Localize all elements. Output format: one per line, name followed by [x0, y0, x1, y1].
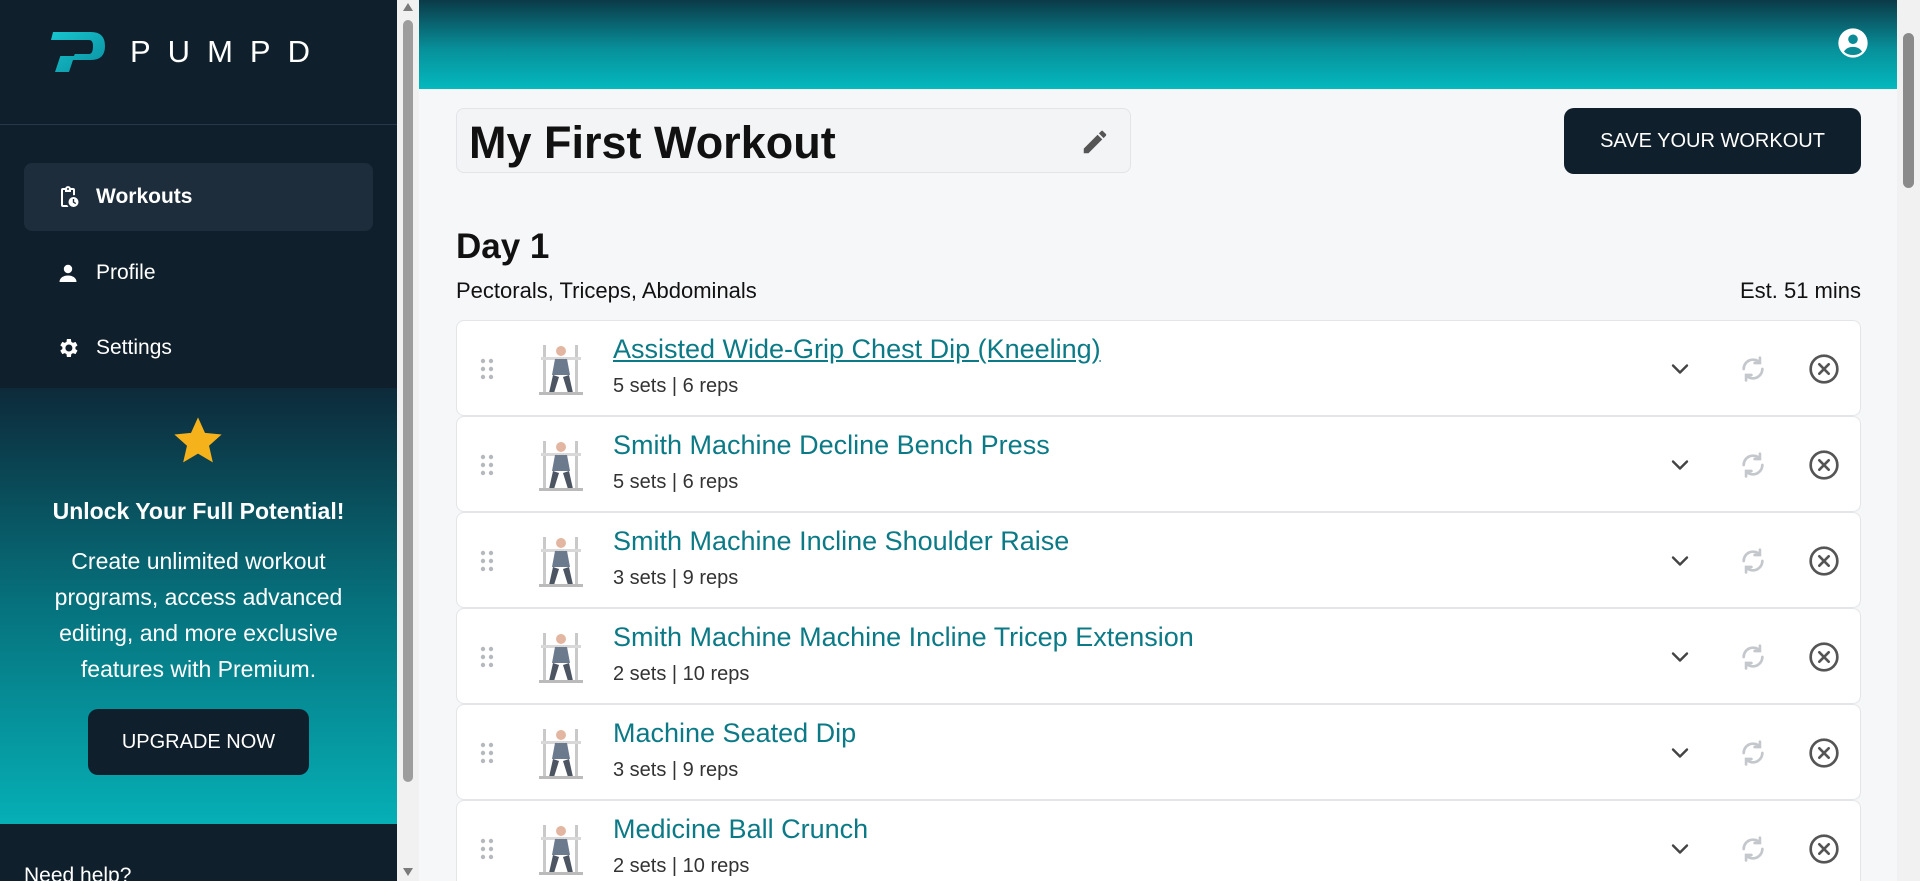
remove-exercise-icon[interactable] [1808, 545, 1840, 577]
remove-exercise-icon[interactable] [1808, 449, 1840, 481]
swap-exercise-icon[interactable] [1737, 641, 1769, 673]
logo[interactable]: PUMPD [47, 28, 327, 76]
sidebar-item-workouts[interactable]: Workouts [24, 163, 373, 231]
day-title: Day 1 [456, 227, 550, 266]
exercise-row[interactable]: Smith Machine Decline Bench Press 5 sets… [456, 416, 1861, 512]
sidebar-item-profile[interactable]: Profile [24, 239, 373, 307]
drag-handle-icon[interactable] [479, 645, 495, 669]
swap-exercise-icon[interactable] [1737, 449, 1769, 481]
chevron-down-icon[interactable] [1668, 645, 1692, 669]
scroll-down-arrow-icon[interactable] [403, 868, 413, 876]
exercise-sets-reps: 2 sets | 10 reps [613, 663, 750, 685]
exercise-name-link[interactable]: Smith Machine Incline Shoulder Raise [613, 526, 1069, 557]
exercise-row[interactable]: Medicine Ball Crunch 2 sets | 10 reps [456, 800, 1861, 881]
brand-name: PUMPD [130, 34, 327, 69]
exercise-row[interactable]: Machine Seated Dip 3 sets | 9 reps [456, 704, 1861, 800]
exercise-sets-reps: 3 sets | 9 reps [613, 567, 739, 589]
remove-exercise-icon[interactable] [1808, 641, 1840, 673]
exercise-name-link[interactable]: Machine Seated Dip [613, 718, 856, 749]
top-bar [419, 0, 1897, 89]
exercise-name-link[interactable]: Assisted Wide-Grip Chest Dip (Kneeling) [613, 334, 1101, 365]
scrollbar-thumb[interactable] [403, 20, 413, 782]
exercise-thumbnail [539, 537, 583, 587]
chevron-down-icon[interactable] [1668, 837, 1692, 861]
drag-handle-icon[interactable] [479, 837, 495, 861]
exercise-thumbnail [539, 729, 583, 779]
exercise-thumbnail [539, 441, 583, 491]
swap-exercise-icon[interactable] [1737, 545, 1769, 577]
day-muscle-groups: Pectorals, Triceps, Abdominals [456, 278, 757, 303]
chevron-down-icon[interactable] [1668, 741, 1692, 765]
chevron-down-icon[interactable] [1668, 453, 1692, 477]
person-icon [56, 260, 80, 286]
workout-title: My First Workout [469, 117, 836, 168]
exercise-sets-reps: 5 sets | 6 reps [613, 375, 739, 397]
exercise-name-link[interactable]: Smith Machine Machine Incline Tricep Ext… [613, 622, 1194, 653]
star-icon [174, 417, 222, 463]
remove-exercise-icon[interactable] [1808, 737, 1840, 769]
swap-exercise-icon[interactable] [1737, 833, 1769, 865]
sidebar-item-label: Settings [96, 336, 172, 359]
exercise-thumbnail [539, 633, 583, 683]
exercise-sets-reps: 2 sets | 10 reps [613, 855, 750, 877]
sidebar: PUMPD Workouts Profile Settings Unlock Y… [0, 0, 397, 881]
pencil-edit-icon[interactable] [1080, 127, 1110, 157]
clipboard-clock-icon [56, 184, 80, 210]
sidebar-item-settings[interactable]: Settings [24, 314, 373, 382]
account-circle-icon[interactable] [1837, 27, 1869, 59]
sidebar-item-label: Workouts [96, 185, 193, 208]
upgrade-now-button[interactable]: UPGRADE NOW [88, 709, 309, 775]
exercise-sets-reps: 3 sets | 9 reps [613, 759, 739, 781]
exercise-thumbnail [539, 345, 583, 395]
exercise-name-link[interactable]: Smith Machine Decline Bench Press [613, 430, 1050, 461]
promo-body: Create unlimited workout programs, acces… [54, 548, 343, 682]
exercise-sets-reps: 5 sets | 6 reps [613, 471, 739, 493]
need-help-link[interactable]: Need help? [24, 864, 131, 881]
exercise-thumbnail [539, 825, 583, 875]
chevron-down-icon[interactable] [1668, 357, 1692, 381]
scroll-up-arrow-icon[interactable] [403, 3, 413, 11]
sidebar-scrollbar[interactable] [397, 0, 419, 881]
save-workout-button[interactable]: SAVE YOUR WORKOUT [1564, 108, 1861, 174]
chevron-down-icon[interactable] [1668, 549, 1692, 573]
remove-exercise-icon[interactable] [1808, 353, 1840, 385]
exercise-name-link[interactable]: Medicine Ball Crunch [613, 814, 868, 845]
swap-exercise-icon[interactable] [1737, 353, 1769, 385]
pumpd-logo-icon [47, 32, 105, 72]
remove-exercise-icon[interactable] [1808, 833, 1840, 865]
drag-handle-icon[interactable] [479, 453, 495, 477]
sidebar-item-label: Profile [96, 261, 156, 284]
day-estimated-time: Est. 51 mins [1739, 278, 1861, 303]
premium-promo: Unlock Your Full Potential! Create unlim… [0, 388, 397, 824]
drag-handle-icon[interactable] [479, 357, 495, 381]
scrollbar-thumb[interactable] [1903, 33, 1914, 188]
swap-exercise-icon[interactable] [1737, 737, 1769, 769]
promo-title: Unlock Your Full Potential! [52, 498, 345, 524]
exercise-row[interactable]: Smith Machine Incline Shoulder Raise 3 s… [456, 512, 1861, 608]
drag-handle-icon[interactable] [479, 549, 495, 573]
gear-icon [56, 335, 80, 361]
exercise-row[interactable]: Assisted Wide-Grip Chest Dip (Kneeling) … [456, 320, 1861, 416]
workout-title-field[interactable]: My First Workout [456, 108, 1131, 173]
main-scrollbar[interactable] [1897, 0, 1920, 881]
sidebar-divider [0, 124, 397, 125]
exercise-row[interactable]: Smith Machine Machine Incline Tricep Ext… [456, 608, 1861, 704]
drag-handle-icon[interactable] [479, 741, 495, 765]
